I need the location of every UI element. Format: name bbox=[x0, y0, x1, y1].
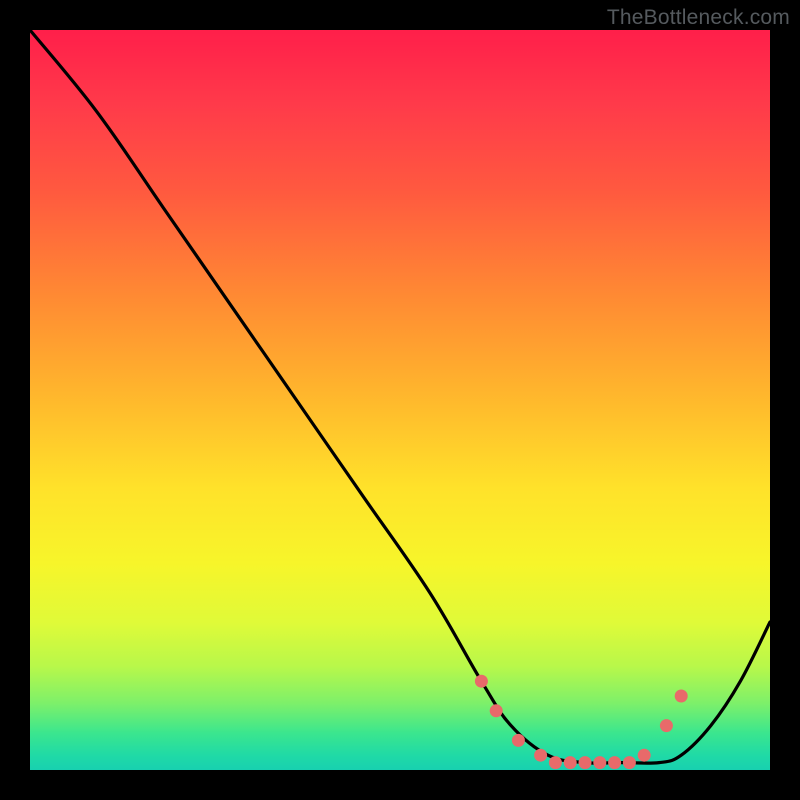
marker-dot bbox=[490, 704, 503, 717]
chart-frame: TheBottleneck.com bbox=[0, 0, 800, 800]
marker-dot bbox=[579, 756, 592, 769]
marker-dot bbox=[593, 756, 606, 769]
marker-dot bbox=[638, 749, 651, 762]
marker-dot bbox=[512, 734, 525, 747]
marker-dot bbox=[475, 675, 488, 688]
watermark-label: TheBottleneck.com bbox=[607, 6, 790, 30]
marker-dot bbox=[608, 756, 621, 769]
marker-dot bbox=[534, 749, 547, 762]
curve-line bbox=[30, 30, 770, 763]
marker-dot bbox=[623, 756, 636, 769]
marker-dot bbox=[564, 756, 577, 769]
marker-dot bbox=[660, 719, 673, 732]
marker-dot bbox=[549, 756, 562, 769]
marker-dot bbox=[675, 690, 688, 703]
curve-svg bbox=[30, 30, 770, 770]
plot-area bbox=[30, 30, 770, 770]
